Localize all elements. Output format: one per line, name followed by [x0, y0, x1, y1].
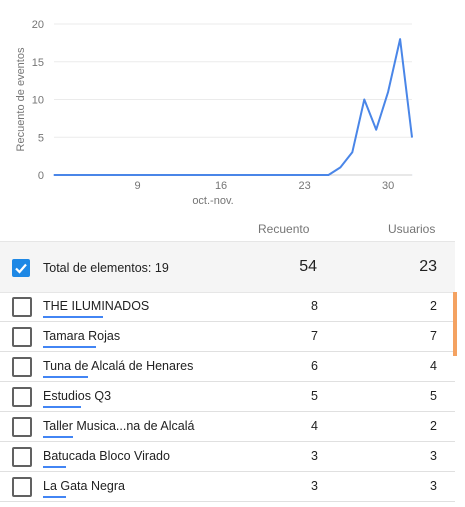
row-users: 2 [430, 299, 437, 313]
data-point [315, 174, 318, 176]
row-name[interactable]: THE ILUMINADOS [43, 299, 149, 313]
row-count: 8 [311, 299, 318, 313]
data-point [172, 174, 174, 176]
row-checkbox[interactable] [12, 417, 32, 437]
x-tick-label: 23 [298, 180, 310, 192]
row-users: 2 [430, 419, 437, 433]
data-point [244, 174, 246, 176]
y-tick-label: 0 [38, 170, 44, 182]
total-count-value: 54 [299, 258, 317, 275]
data-point [196, 174, 198, 176]
data-point [411, 136, 413, 138]
data-point [53, 174, 55, 176]
row-checkbox[interactable] [12, 327, 32, 347]
table-row[interactable]: Batucada Bloco Virado 3 3 [0, 442, 455, 472]
row-name[interactable]: Estudios Q3 [43, 389, 111, 403]
data-point [268, 174, 270, 176]
row-name[interactable]: Taller Musica...na de Alcalá [43, 419, 194, 433]
row-users: 3 [430, 449, 437, 463]
row-count: 5 [311, 389, 318, 403]
row-count: 3 [311, 479, 318, 493]
row-users: 4 [430, 359, 437, 373]
row-count: 6 [311, 359, 318, 373]
row-checkbox[interactable] [12, 477, 32, 497]
row-share-bar [43, 376, 88, 378]
row-checkbox[interactable] [12, 387, 32, 407]
row-share-bar [43, 346, 96, 348]
select-all-checkbox[interactable] [12, 259, 30, 277]
row-checkbox[interactable] [12, 357, 32, 377]
total-elements-label: Total de elementos: 19 [43, 261, 169, 275]
data-point [125, 174, 127, 176]
y-tick-label: 15 [32, 57, 44, 69]
table-row[interactable]: Tuna de Alcalá de Henares 6 4 [0, 352, 455, 382]
data-point [327, 174, 330, 176]
table-row[interactable]: Tamara Rojas 7 7 [0, 322, 455, 352]
data-point [101, 174, 103, 176]
x-tick-label: 9 [134, 180, 140, 192]
table-body: THE ILUMINADOS 8 2 Tamara Rojas 7 7 Tuna… [0, 292, 455, 502]
table-row[interactable]: Taller Musica...na de Alcalá 4 2 [0, 412, 455, 442]
row-share-bar [43, 436, 73, 438]
data-point [89, 174, 91, 176]
row-count: 3 [311, 449, 318, 463]
x-tick-label: 30 [382, 180, 394, 192]
row-share-bar [43, 466, 66, 468]
events-line-chart: 0 5 10 15 20 9 16 23 30 oct.-nov. Recuento de even… [15, 19, 413, 207]
total-row: Total de elementos: 19 54 23 [0, 241, 455, 293]
data-point [351, 151, 353, 153]
data-point [280, 174, 282, 176]
checkbox-checked-icon [15, 263, 27, 274]
data-point [339, 166, 341, 169]
row-name[interactable]: La Gata Negra [43, 479, 125, 493]
total-users-value: 23 [419, 258, 437, 275]
row-name[interactable]: Tuna de Alcalá de Henares [43, 359, 193, 373]
data-point [304, 174, 306, 176]
row-share-bar [43, 316, 103, 318]
x-axis-label: oct.-nov. [192, 195, 233, 207]
table-row[interactable]: Estudios Q3 5 5 [0, 382, 455, 412]
row-users: 7 [430, 329, 437, 343]
data-point [65, 174, 67, 176]
y-axis-label: Recuento de eventos [15, 47, 27, 151]
table-row[interactable]: THE ILUMINADOS 8 2 [0, 292, 455, 322]
y-tick-label: 10 [32, 95, 44, 107]
data-point [375, 129, 377, 131]
data-point [363, 98, 365, 101]
row-name[interactable]: Batucada Bloco Virado [43, 449, 170, 463]
row-checkbox[interactable] [12, 297, 32, 317]
column-header-count[interactable]: Recuento [258, 222, 309, 236]
row-share-bar [43, 406, 81, 408]
y-tick-label: 5 [38, 132, 44, 144]
data-point [232, 174, 234, 176]
data-point [208, 174, 210, 176]
data-point [160, 174, 162, 176]
row-count: 4 [311, 419, 318, 433]
x-tick-label: 16 [215, 180, 227, 192]
series-line [54, 38, 413, 176]
row-checkbox[interactable] [12, 447, 32, 467]
data-point [136, 174, 139, 176]
data-point [292, 174, 294, 176]
data-point [399, 38, 401, 40]
table-row[interactable]: La Gata Negra 3 3 [0, 472, 455, 502]
row-users: 3 [430, 479, 437, 493]
data-point [387, 91, 389, 93]
row-count: 7 [311, 329, 318, 343]
data-point [184, 174, 186, 176]
scrollbar-thumb[interactable] [453, 292, 457, 356]
data-point [256, 174, 258, 176]
data-point [148, 174, 151, 176]
row-users: 5 [430, 389, 437, 403]
row-name[interactable]: Tamara Rojas [43, 329, 120, 343]
y-tick-label: 20 [32, 19, 44, 31]
column-header-users[interactable]: Usuarios [388, 222, 435, 236]
data-point [113, 174, 115, 176]
data-point [220, 174, 222, 176]
row-share-bar [43, 496, 66, 498]
data-point [77, 174, 79, 176]
